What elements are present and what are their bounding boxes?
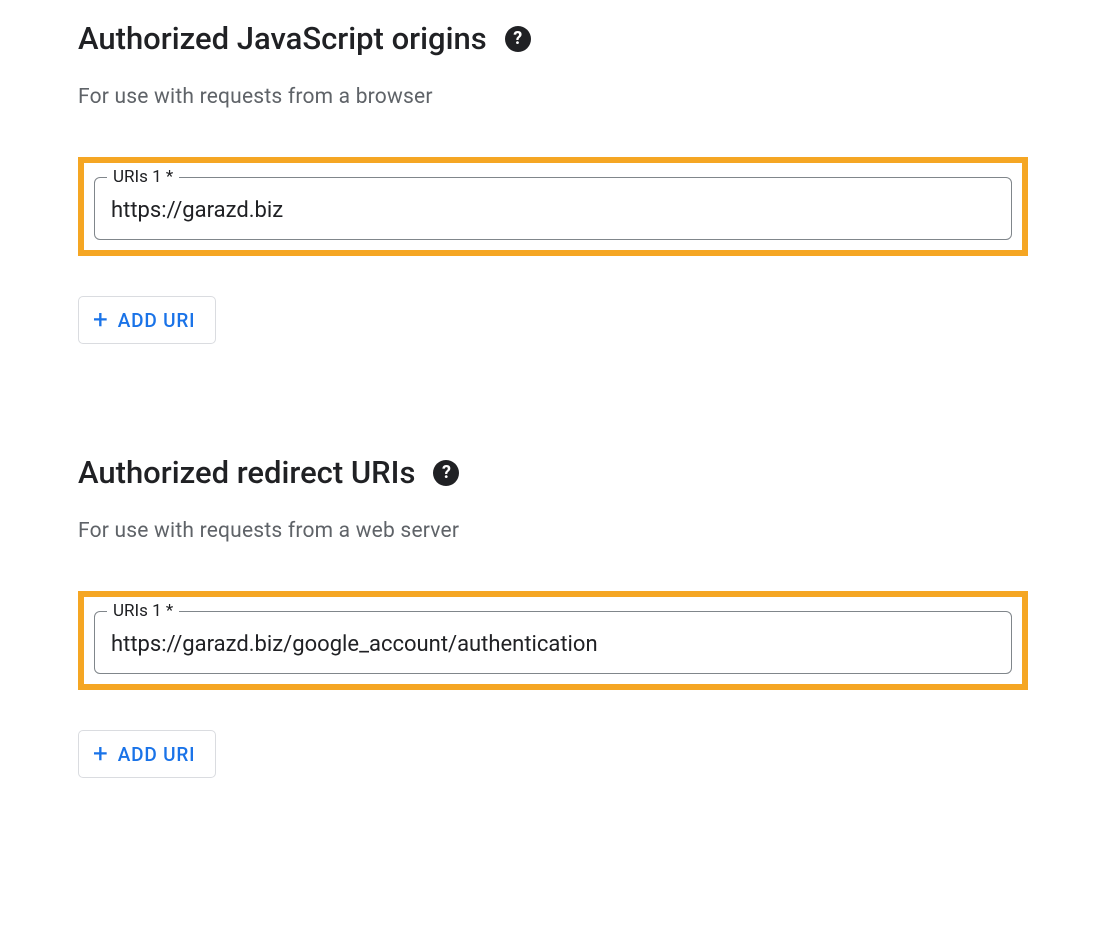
add-uri-button[interactable]: + ADD URI <box>78 296 216 344</box>
add-uri-label: ADD URI <box>118 309 196 332</box>
add-uri-label: ADD URI <box>118 743 196 766</box>
redirect-uris-section: Authorized redirect URIs ? For use with … <box>78 454 1028 778</box>
js-origins-header: Authorized JavaScript origins ? <box>78 20 1028 57</box>
js-origins-input-field: URIs 1 * <box>94 177 1012 240</box>
js-origins-input-label: URIs 1 * <box>107 167 179 187</box>
plus-icon: + <box>93 741 108 767</box>
help-icon[interactable]: ? <box>505 26 531 52</box>
redirect-uris-subtitle: For use with requests from a web server <box>78 519 1028 543</box>
js-origins-title: Authorized JavaScript origins <box>78 20 487 57</box>
plus-icon: + <box>93 307 108 333</box>
help-icon[interactable]: ? <box>433 460 459 486</box>
redirect-uris-uri-input[interactable] <box>111 632 995 657</box>
js-origins-subtitle: For use with requests from a browser <box>78 85 1028 109</box>
redirect-uris-input-label: URIs 1 * <box>107 601 179 621</box>
redirect-uris-input-field: URIs 1 * <box>94 611 1012 674</box>
js-origins-uri-input[interactable] <box>111 198 995 223</box>
redirect-uris-title: Authorized redirect URIs <box>78 454 415 491</box>
js-origins-highlight: URIs 1 * <box>78 157 1028 256</box>
redirect-uris-header: Authorized redirect URIs ? <box>78 454 1028 491</box>
redirect-uris-highlight: URIs 1 * <box>78 591 1028 690</box>
add-uri-button[interactable]: + ADD URI <box>78 730 216 778</box>
js-origins-section: Authorized JavaScript origins ? For use … <box>78 20 1028 344</box>
